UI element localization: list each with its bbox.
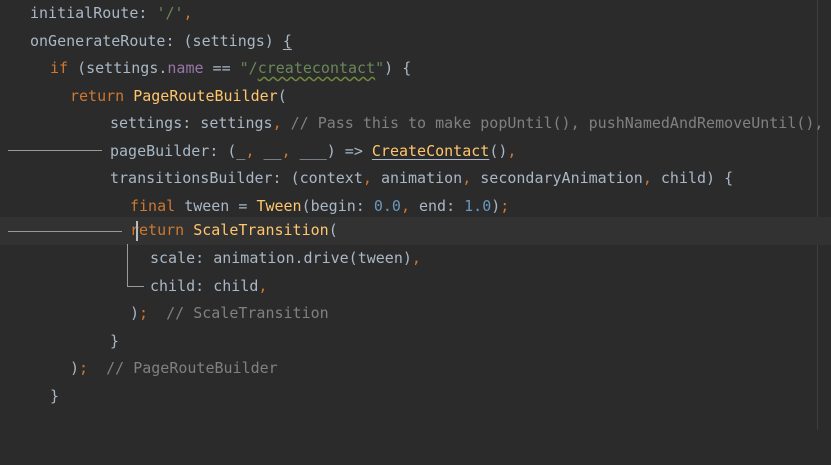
code-token: "/ (239, 59, 258, 77)
code-line-2-text: onGenerateRoute: (settings) { (30, 28, 292, 56)
code-line-12-text: ); // ScaleTransition (130, 300, 329, 328)
code-editor[interactable]: initialRoute: '/', onGenerateRoute: (set… (0, 0, 831, 430)
indent-guide-return (8, 231, 122, 232)
code-token: Tween (256, 196, 302, 215)
code-token: '/' (156, 4, 184, 22)
code-token: onGenerateRoute: (settings) (30, 31, 283, 50)
code-line-4-text: return PageRouteBuilder( (70, 83, 287, 111)
code-token: CreateContact (371, 141, 490, 160)
code-token: 0.0 (373, 196, 401, 215)
code-line-1[interactable]: initialRoute: '/', (0, 0, 831, 28)
code-token: , (245, 141, 264, 160)
code-line-11-text: child: child, (150, 273, 267, 301)
code-token: } (110, 331, 120, 350)
code-token: // Pass this to make popUntil(), pushNam… (290, 114, 831, 132)
code-token: ; (500, 196, 510, 215)
code-line-14-text: ); // PageRouteBuilder (70, 355, 278, 383)
code-line-5-text: settings: settings, // Pass this to make… (110, 110, 831, 138)
code-token: ___) => (299, 141, 372, 160)
code-line-6[interactable]: pageBuilder: (_, __, ___) => CreateConta… (0, 138, 831, 166)
code-token: ) { (384, 59, 412, 77)
code-token: , (411, 249, 421, 267)
code-token: // ScaleTransition (148, 304, 329, 322)
bracket-guide-child (127, 286, 144, 287)
code-token: == (203, 59, 240, 77)
code-line-9-text: return ScaleTransition( (130, 217, 338, 245)
code-token: transitionsBuilder: (context (110, 169, 363, 187)
code-line-7[interactable]: transitionsBuilder: (context, animation,… (0, 165, 831, 193)
code-line-4[interactable]: return PageRouteBuilder( (0, 83, 831, 111)
code-line-3-text: if (settings.name == "/createcontact") { (50, 55, 411, 83)
code-token: __ (263, 141, 282, 160)
bracket-guide-scaletransition (127, 244, 128, 287)
code-token: , (362, 169, 381, 187)
code-token: { (282, 31, 292, 50)
code-line-3[interactable]: if (settings.name == "/createcontact") { (0, 55, 831, 83)
code-token: pageBuilder: (_ (110, 141, 246, 160)
code-token: if (50, 59, 78, 77)
code-token: , (462, 169, 481, 187)
code-token: , (507, 141, 517, 160)
code-token: ; (79, 359, 89, 377)
code-line-15[interactable]: } (0, 383, 831, 411)
code-token: child: child (150, 276, 259, 295)
code-token: // PageRouteBuilder (88, 359, 278, 377)
code-token: settings: settings (110, 114, 273, 132)
code-token: ) (70, 359, 80, 377)
code-token: (settings. (77, 59, 168, 77)
code-line-15-text: } (50, 383, 59, 411)
code-token: tween = (184, 196, 257, 215)
code-token: , (400, 196, 419, 215)
code-token: child) { (660, 169, 734, 187)
code-line-13-text: } (110, 328, 119, 356)
code-line-1-text: initialRoute: '/', (30, 0, 193, 28)
code-token: " (375, 59, 385, 77)
code-line-11[interactable]: child: child, (0, 273, 831, 301)
code-token: , (642, 169, 661, 187)
code-token: ScaleTransition (193, 221, 329, 239)
indent-guide-pagebuilder (8, 150, 102, 151)
code-token: secondaryAnimation (480, 169, 643, 187)
text-caret (136, 221, 138, 241)
code-token: , (258, 276, 268, 295)
code-line-10-text: scale: animation.drive(tween), (150, 245, 421, 273)
code-token: return (130, 221, 194, 239)
code-token: , (183, 4, 193, 22)
code-token: name (167, 59, 204, 77)
code-token: (begin: (301, 196, 374, 215)
code-line-12[interactable]: ); // ScaleTransition (0, 300, 831, 328)
code-line-10[interactable]: scale: animation.drive(tween), (0, 245, 831, 273)
code-token: scale: animation.drive(tween) (150, 249, 412, 267)
code-token: , (272, 114, 291, 132)
code-token: ( (328, 221, 338, 239)
code-token: createcontact (257, 59, 376, 77)
code-token: initialRoute: (30, 4, 157, 22)
code-line-8[interactable]: final tween = Tween(begin: 0.0, end: 1.0… (0, 193, 831, 221)
code-token: , (281, 141, 300, 160)
code-line-13[interactable]: } (0, 328, 831, 356)
code-token: final (130, 196, 185, 215)
code-token: PageRouteBuilder (133, 86, 278, 105)
code-token: 1.0 (464, 196, 492, 215)
code-token: ) (130, 304, 140, 322)
code-line-8-text: final tween = Tween(begin: 0.0, end: 1.0… (130, 193, 509, 221)
code-line-6-text: pageBuilder: (_, __, ___) => CreateConta… (110, 138, 516, 166)
code-token: return (70, 86, 134, 105)
code-line-9[interactable]: return ScaleTransition( (0, 217, 831, 245)
code-token: ) (491, 196, 501, 215)
code-line-7-text: transitionsBuilder: (context, animation,… (110, 165, 733, 193)
code-line-2[interactable]: onGenerateRoute: (settings) { (0, 28, 831, 56)
code-token: animation (380, 169, 463, 187)
code-token: ( (277, 86, 287, 105)
code-token: ; (139, 304, 149, 322)
code-token: } (50, 386, 60, 405)
code-token: () (489, 141, 508, 160)
code-line-5[interactable]: settings: settings, // Pass this to make… (0, 110, 831, 138)
code-token: end: (419, 196, 465, 215)
code-line-14[interactable]: ); // PageRouteBuilder (0, 355, 831, 383)
